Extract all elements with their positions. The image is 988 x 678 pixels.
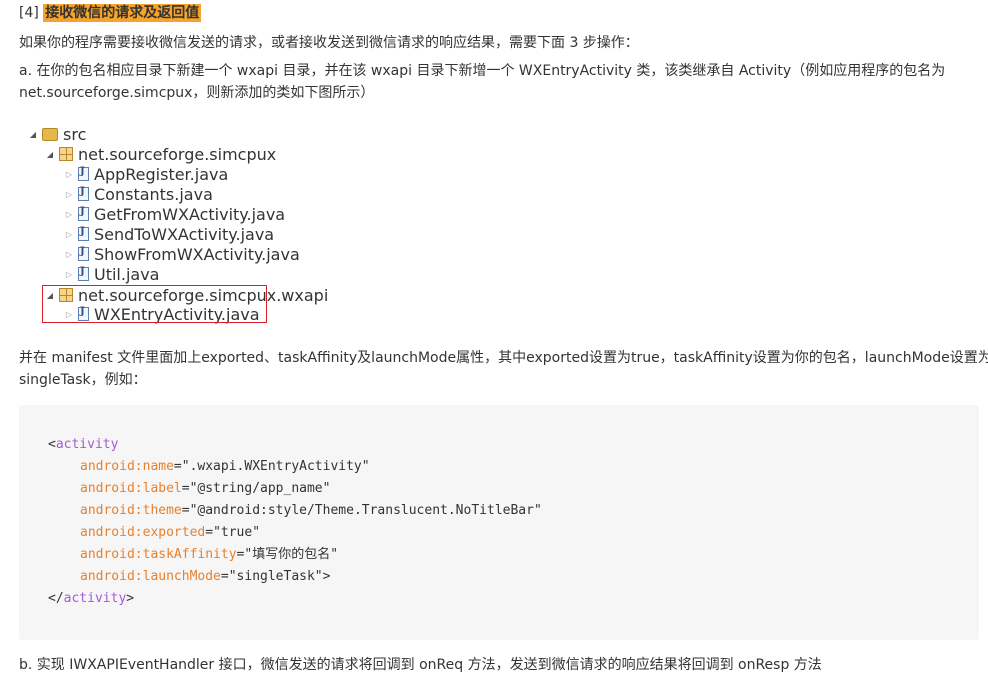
code-attr-name: android:exported	[80, 525, 206, 540]
tree-label: Util.java	[94, 264, 160, 284]
expanded-arrow-icon[interactable]: ◢	[27, 128, 39, 140]
tree-row-src[interactable]: ◢ src	[27, 124, 86, 144]
tree-row-file[interactable]: ▷ SendToWXActivity.java	[63, 224, 274, 244]
code-attr-value: "true"	[213, 525, 261, 540]
java-file-icon	[78, 186, 89, 201]
tree-row-file[interactable]: ▷ AppRegister.java	[63, 164, 228, 184]
step-a-line2: net.sourceforge.simcpux，则新添加的类如下图所示）	[19, 85, 375, 101]
code-line-attr: android:exported="true"	[80, 525, 261, 540]
code-attr-value: "填写你的包名"	[244, 547, 339, 562]
collapsed-arrow-icon[interactable]: ▷	[63, 228, 75, 240]
java-file-icon	[78, 246, 89, 261]
code-line-close: </activity>	[48, 591, 135, 606]
java-file-icon	[78, 226, 89, 241]
tree-label: SendToWXActivity.java	[94, 224, 275, 244]
code-tag: activity	[55, 437, 119, 452]
expanded-arrow-icon[interactable]: ◢	[44, 148, 56, 160]
intro-paragraph: 如果你的程序需要接收微信发送的请求，或者接收发送到微信请求的响应结果，需要下面 …	[19, 35, 639, 51]
code-line-attr: android:theme="@android:style/Theme.Tran…	[80, 503, 542, 518]
code-attr-name: android:launchMode	[80, 569, 221, 584]
java-file-icon	[78, 166, 89, 181]
collapsed-arrow-icon[interactable]: ▷	[63, 168, 75, 180]
code-line-attr: android:launchMode="singleTask">	[80, 569, 331, 584]
tree-label: Constants.java	[94, 184, 213, 204]
java-file-icon	[78, 266, 89, 281]
code-attr-name: android:taskAffinity	[80, 547, 237, 562]
tree-row-file[interactable]: ▷ Util.java	[63, 264, 160, 284]
tree-row-file[interactable]: ▷ GetFromWXActivity.java	[63, 204, 285, 224]
code-attr-name: android:label	[80, 481, 182, 496]
code-block: <activity android:name=".wxapi.WXEntryAc…	[19, 405, 979, 640]
code-attr-name: android:theme	[80, 503, 182, 518]
collapsed-arrow-icon[interactable]: ▷	[63, 248, 75, 260]
code-attr-value: "singleTask"	[228, 569, 323, 584]
tree-label: ShowFromWXActivity.java	[94, 244, 300, 264]
tree-row-file[interactable]: ▷ Constants.java	[63, 184, 213, 204]
code-line-attr: android:taskAffinity="填写你的包名"	[80, 547, 339, 562]
collapsed-arrow-icon[interactable]: ▷	[63, 208, 75, 220]
collapsed-arrow-icon[interactable]: ▷	[63, 188, 75, 200]
tree-label: net.sourceforge.simcpux	[78, 144, 277, 164]
code-attr-value: "@android:style/Theme.Translucent.NoTitl…	[189, 503, 542, 518]
code-line-open: <activity	[48, 437, 119, 452]
package-icon	[59, 147, 73, 161]
highlight-box	[42, 285, 267, 323]
code-tag: activity	[63, 591, 127, 606]
code-line-attr: android:name=".wxapi.WXEntryActivity"	[80, 459, 370, 474]
tree-row-package[interactable]: ◢ net.sourceforge.simcpux	[44, 144, 276, 164]
source-folder-icon	[42, 127, 58, 141]
java-file-icon	[78, 206, 89, 221]
section-heading: [4] 接收微信的请求及返回值	[19, 2, 202, 24]
manifest-text-line1: 并在 manifest 文件里面加上exported、taskAffinity及…	[19, 350, 988, 366]
code-attr-name: android:name	[80, 459, 174, 474]
section-number: [4]	[19, 5, 39, 21]
tree-row-file[interactable]: ▷ ShowFromWXActivity.java	[63, 244, 300, 264]
tree-label: AppRegister.java	[94, 164, 229, 184]
section-title: 接收微信的请求及返回值	[43, 4, 202, 22]
step-a-line1: a. 在你的包名相应目录下新建一个 wxapi 目录，并在该 wxapi 目录下…	[19, 63, 946, 79]
tree-label: src	[63, 124, 87, 144]
tree-label: GetFromWXActivity.java	[94, 204, 286, 224]
collapsed-arrow-icon[interactable]: ▷	[63, 268, 75, 280]
code-attr-value: "@string/app_name"	[189, 481, 331, 496]
code-line-attr: android:label="@string/app_name"	[80, 481, 331, 496]
step-b-paragraph: b. 实现 IWXAPIEventHandler 接口，微信发送的请求将回调到 …	[19, 657, 822, 673]
code-attr-value: ".wxapi.WXEntryActivity"	[181, 459, 370, 474]
manifest-text-line2: singleTask，例如：	[19, 372, 147, 388]
